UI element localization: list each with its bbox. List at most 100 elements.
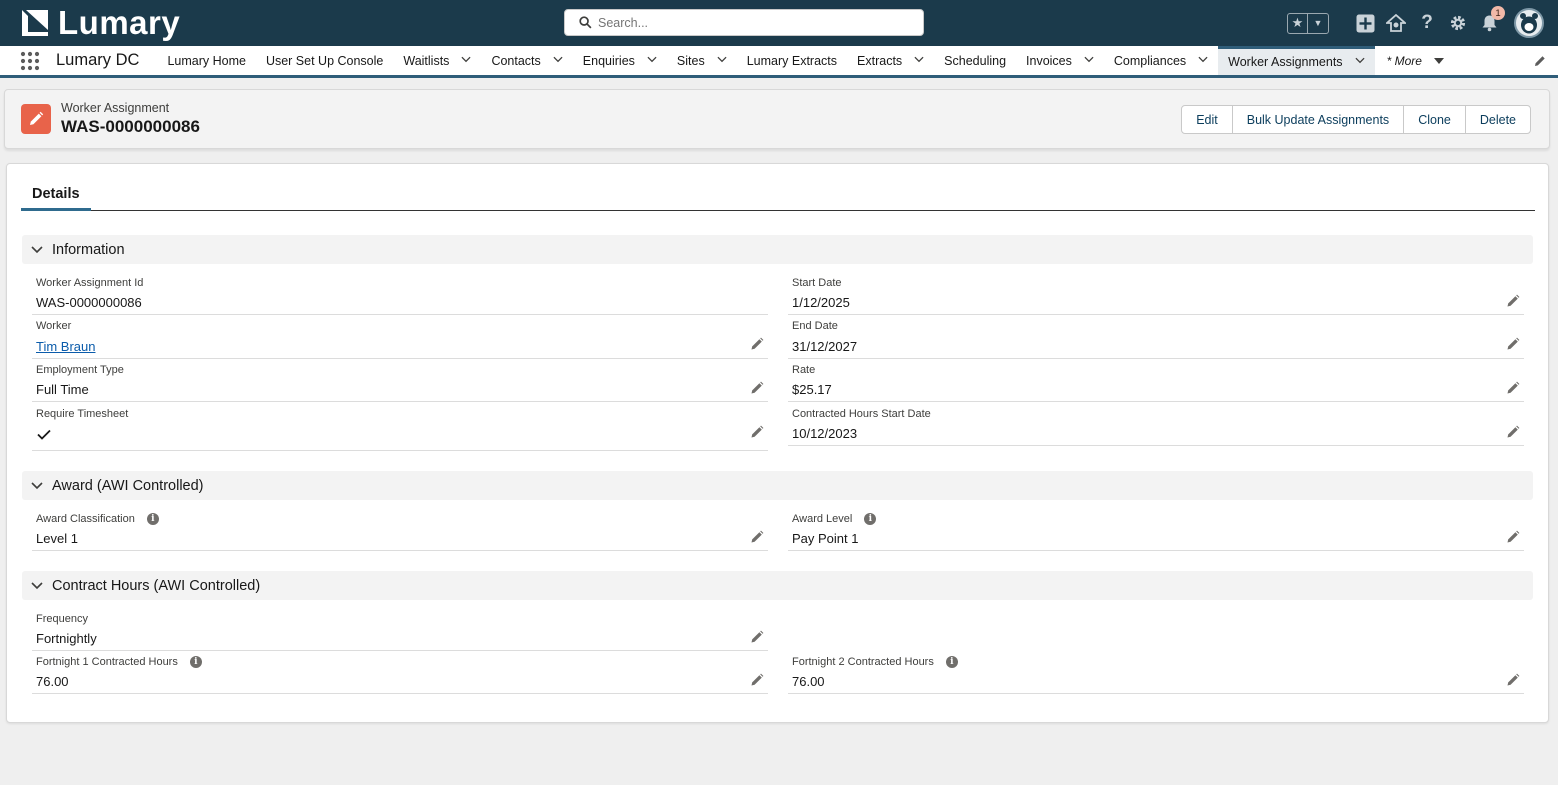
nav-item[interactable]: Invoices xyxy=(1016,46,1104,75)
chevron-down-icon[interactable]: ▼ xyxy=(1308,14,1328,33)
nav-item[interactable]: Contacts xyxy=(481,46,572,75)
edit-pencil-icon[interactable] xyxy=(750,425,764,439)
section-award-header[interactable]: Award (AWI Controlled) xyxy=(22,471,1533,500)
chevron-down-icon[interactable] xyxy=(647,56,657,66)
star-icon[interactable]: ★ xyxy=(1288,13,1308,33)
edit-pencil-icon[interactable] xyxy=(1506,425,1520,439)
chevron-down-icon xyxy=(22,471,52,500)
field-value: 31/12/2027 xyxy=(792,339,858,354)
field-label: Award Classification i xyxy=(36,513,159,525)
field-start-date: Start Date 1/12/2025 xyxy=(788,277,1524,315)
edit-nav-pencil-icon[interactable] xyxy=(1534,55,1546,70)
field-value: Fortnightly xyxy=(36,631,97,646)
chevron-down-icon[interactable] xyxy=(553,56,563,66)
nav-item[interactable]: Extracts xyxy=(847,46,934,75)
field-worker-assignment-id: Worker Assignment Id WAS-0000000086 xyxy=(32,277,768,315)
section-title: Contract Hours (AWI Controlled) xyxy=(52,577,261,594)
field-frequency: Frequency Fortnightly xyxy=(32,613,768,651)
nav-item-label: Invoices xyxy=(1026,53,1072,68)
nav-item-label: Compliances xyxy=(1113,53,1187,68)
field-label: Worker Assignment Id xyxy=(36,277,144,289)
worker-link[interactable]: Tim Braun xyxy=(36,339,95,354)
nav-item-label: Extracts xyxy=(857,53,903,68)
nav-item-label: Scheduling xyxy=(944,53,1007,68)
field-value: Level 1 xyxy=(36,531,78,546)
app-navigation-bar: Lumary DC Lumary Home User Set Up Console… xyxy=(0,46,1558,78)
chevron-down-icon[interactable] xyxy=(1198,56,1208,66)
chevron-down-icon xyxy=(22,235,52,264)
gear-icon[interactable] xyxy=(1447,12,1469,34)
chevron-down-icon[interactable] xyxy=(1355,57,1365,67)
checkmark-icon xyxy=(37,429,51,440)
field-value: 76.00 xyxy=(36,674,69,689)
brand-name: Lumary xyxy=(58,4,181,41)
tab-details[interactable]: Details xyxy=(21,174,91,211)
edit-pencil-icon[interactable] xyxy=(1506,337,1520,351)
chevron-down-icon[interactable] xyxy=(461,56,471,66)
field-label: Fortnight 2 Contracted Hours i xyxy=(792,656,958,668)
trailhead-icon[interactable] xyxy=(1385,12,1407,34)
edit-pencil-icon[interactable] xyxy=(750,673,764,687)
nav-item[interactable]: Lumary Extracts xyxy=(737,46,847,75)
edit-pencil-icon[interactable] xyxy=(750,381,764,395)
notifications-bell-icon[interactable]: 1 xyxy=(1478,6,1505,34)
record-type-pencil-icon xyxy=(21,104,51,134)
global-create-icon[interactable] xyxy=(1354,12,1376,34)
clone-button[interactable]: Clone xyxy=(1403,105,1466,134)
edit-pencil-icon[interactable] xyxy=(750,530,764,544)
info-icon[interactable]: i xyxy=(945,656,958,668)
brand-logo[interactable]: Lumary xyxy=(20,4,181,41)
section-information-header[interactable]: Information xyxy=(22,235,1533,264)
chevron-down-icon[interactable] xyxy=(914,56,924,66)
section-contract-hours-header[interactable]: Contract Hours (AWI Controlled) xyxy=(22,571,1533,600)
edit-pencil-icon[interactable] xyxy=(750,630,764,644)
help-icon[interactable]: ? xyxy=(1416,12,1438,34)
lumary-logo-icon xyxy=(20,8,50,38)
field-label-text: Award Classification xyxy=(36,513,135,525)
record-title: WAS-0000000086 xyxy=(61,117,200,136)
global-search[interactable] xyxy=(564,9,924,36)
delete-button[interactable]: Delete xyxy=(1464,105,1531,134)
info-icon[interactable]: i xyxy=(189,656,202,668)
section-title: Information xyxy=(52,241,125,258)
app-launcher-icon[interactable] xyxy=(8,46,52,75)
field-rate: Rate $25.17 xyxy=(788,364,1524,402)
field-end-date: End Date 31/12/2027 xyxy=(788,320,1524,359)
nav-item[interactable]: Waitlists xyxy=(393,46,481,75)
user-avatar[interactable] xyxy=(1514,8,1544,38)
nav-item[interactable]: Compliances xyxy=(1104,46,1218,75)
edit-pencil-icon[interactable] xyxy=(1506,673,1520,687)
field-fortnight-2-contracted-hours: Fortnight 2 Contracted Hours i 76.00 xyxy=(788,656,1524,694)
field-label-text: Fortnight 2 Contracted Hours xyxy=(792,656,934,668)
record-tabs: Details xyxy=(21,174,1535,211)
search-icon xyxy=(579,16,592,29)
info-icon[interactable]: i xyxy=(146,513,159,525)
nav-item-label: Worker Assignments xyxy=(1228,55,1343,69)
nav-item[interactable]: Lumary Home xyxy=(157,46,256,75)
search-input[interactable] xyxy=(598,15,898,30)
chevron-down-icon xyxy=(22,571,52,600)
edit-pencil-icon[interactable] xyxy=(1506,381,1520,395)
field-label-text: Award Level xyxy=(792,513,853,525)
field-label: Contracted Hours Start Date xyxy=(792,408,931,420)
field-label: Require Timesheet xyxy=(36,408,129,420)
nav-more-menu[interactable]: * More xyxy=(1375,46,1444,75)
edit-pencil-icon[interactable] xyxy=(750,337,764,351)
field-value: $25.17 xyxy=(792,382,832,397)
caret-down-icon xyxy=(1433,57,1444,64)
edit-button[interactable]: Edit xyxy=(1181,105,1233,134)
edit-pencil-icon[interactable] xyxy=(1506,530,1520,544)
nav-item[interactable]: Worker Assignments xyxy=(1218,46,1375,75)
nav-item[interactable]: User Set Up Console xyxy=(256,46,393,75)
field-worker: Worker Tim Braun xyxy=(32,320,768,359)
nav-item[interactable]: Scheduling xyxy=(934,46,1016,75)
field-label: Fortnight 1 Contracted Hours i xyxy=(36,656,202,668)
edit-pencil-icon[interactable] xyxy=(1506,294,1520,308)
nav-item[interactable]: Sites xyxy=(667,46,737,75)
field-value: 1/12/2025 xyxy=(792,295,850,310)
info-icon[interactable]: i xyxy=(864,513,877,525)
chevron-down-icon[interactable] xyxy=(1084,56,1094,66)
nav-item[interactable]: Enquiries xyxy=(573,46,667,75)
bulk-update-assignments-button[interactable]: Bulk Update Assignments xyxy=(1231,105,1405,134)
chevron-down-icon[interactable] xyxy=(717,56,727,66)
